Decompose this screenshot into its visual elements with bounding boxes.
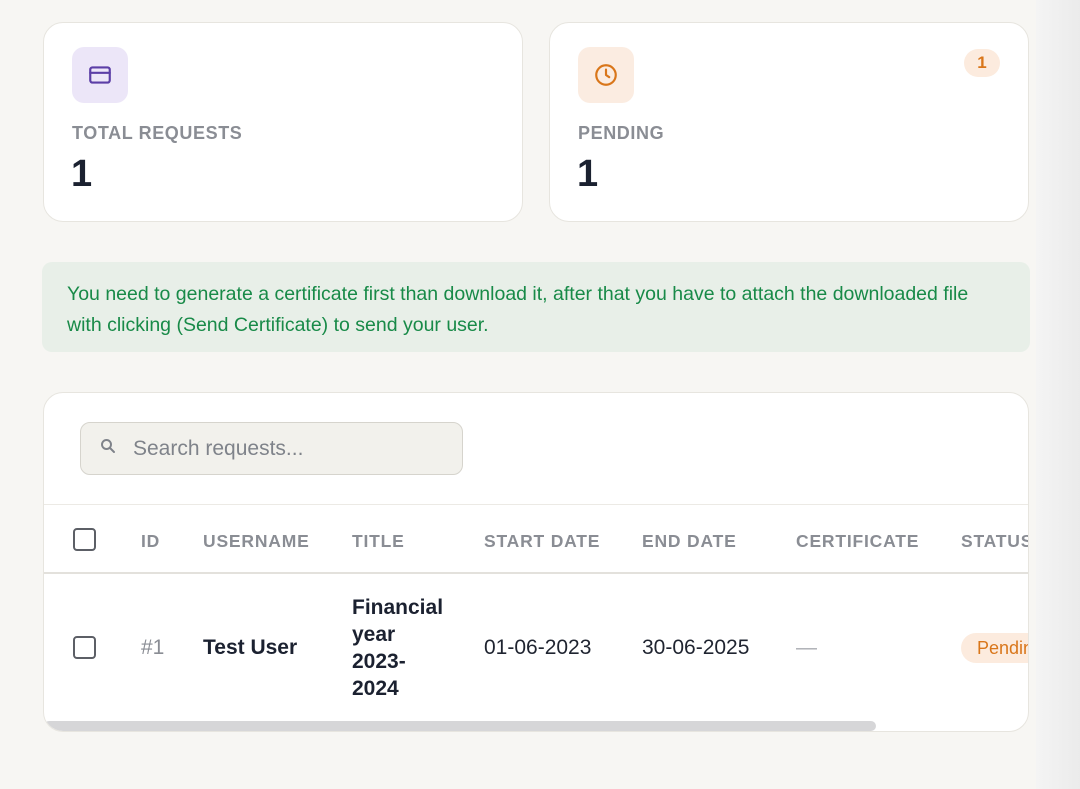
search-icon	[99, 437, 117, 460]
horizontal-scrollbar[interactable]	[44, 721, 876, 731]
table-header: ID USERNAME TITLE START DATE END DATE CE…	[44, 504, 1028, 574]
row-id: #1	[141, 636, 165, 659]
page-edge	[1036, 0, 1080, 789]
row-certificate: —	[796, 636, 817, 659]
requests-table-card: ID USERNAME TITLE START DATE END DATE CE…	[43, 392, 1029, 732]
stat-label: TOTAL REQUESTS	[72, 123, 243, 143]
select-all-checkbox[interactable]	[73, 528, 96, 551]
column-header-id[interactable]: ID	[141, 531, 160, 552]
row-username: Test User	[203, 636, 298, 659]
row-title: Financial year 2023-2024	[352, 596, 444, 700]
pending-count-badge: 1	[964, 49, 1000, 77]
column-header-title[interactable]: TITLE	[352, 531, 405, 552]
search-input[interactable]	[133, 436, 433, 461]
info-notice: You need to generate a certificate first…	[42, 262, 1030, 352]
column-header-username[interactable]: USERNAME	[203, 531, 310, 552]
search-box[interactable]	[80, 422, 463, 475]
stat-card-total-requests: TOTAL REQUESTS 1	[43, 22, 523, 222]
row-start-date: 01-06-2023	[484, 636, 592, 659]
table-row[interactable]: #1 Test User Financial year 2023-2024 01…	[44, 574, 1028, 714]
column-header-start-date[interactable]: START DATE	[484, 531, 600, 552]
card-icon	[72, 47, 128, 103]
status-badge: Pending	[961, 633, 1028, 663]
stat-label: PENDING	[578, 123, 665, 143]
clock-icon	[578, 47, 634, 103]
column-header-certificate[interactable]: CERTIFICATE	[796, 531, 919, 552]
stat-value: 1	[577, 153, 599, 195]
stat-card-pending: 1 PENDING 1	[549, 22, 1029, 222]
column-header-status[interactable]: STATUS	[961, 531, 1028, 552]
column-header-end-date[interactable]: END DATE	[642, 531, 737, 552]
row-checkbox[interactable]	[73, 636, 96, 659]
stat-value: 1	[71, 153, 93, 195]
row-end-date: 30-06-2025	[642, 636, 750, 659]
